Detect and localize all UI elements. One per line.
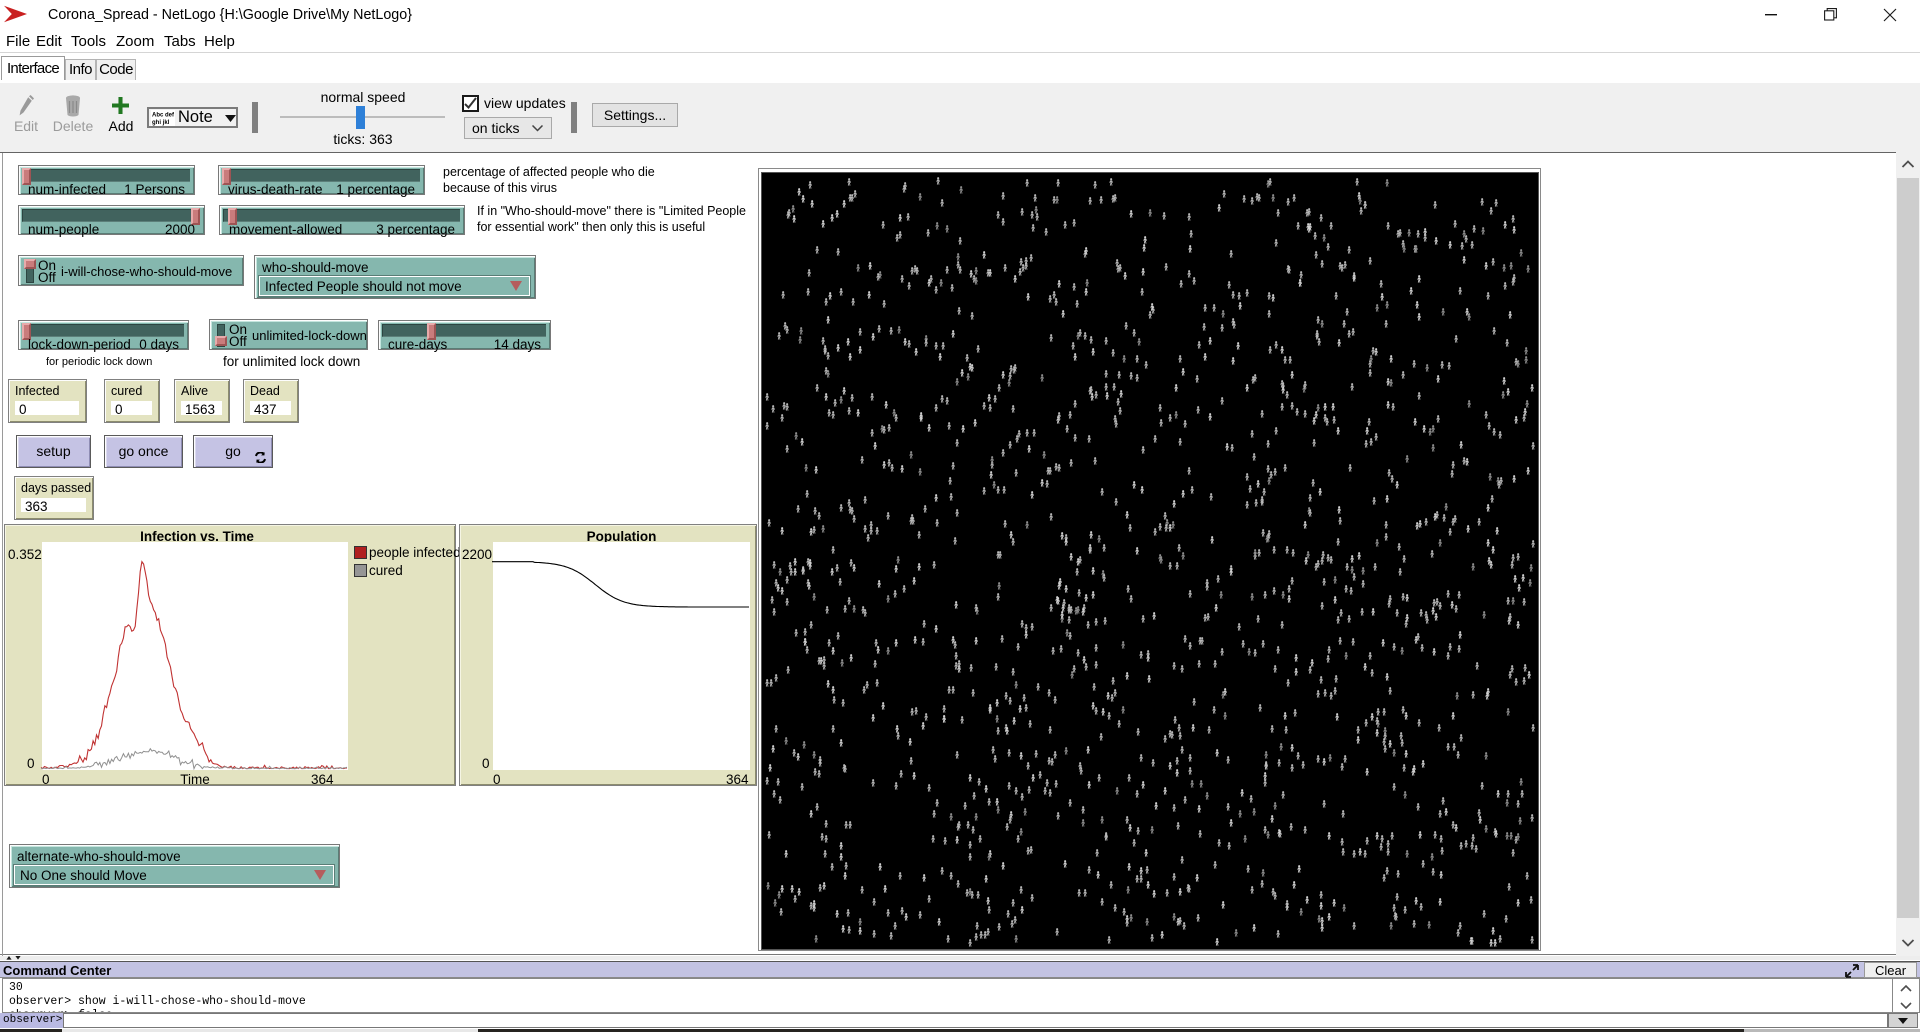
svg-text:Abc def: Abc def — [152, 113, 175, 119]
svg-text:ghi jkl: ghi jkl — [152, 120, 170, 126]
